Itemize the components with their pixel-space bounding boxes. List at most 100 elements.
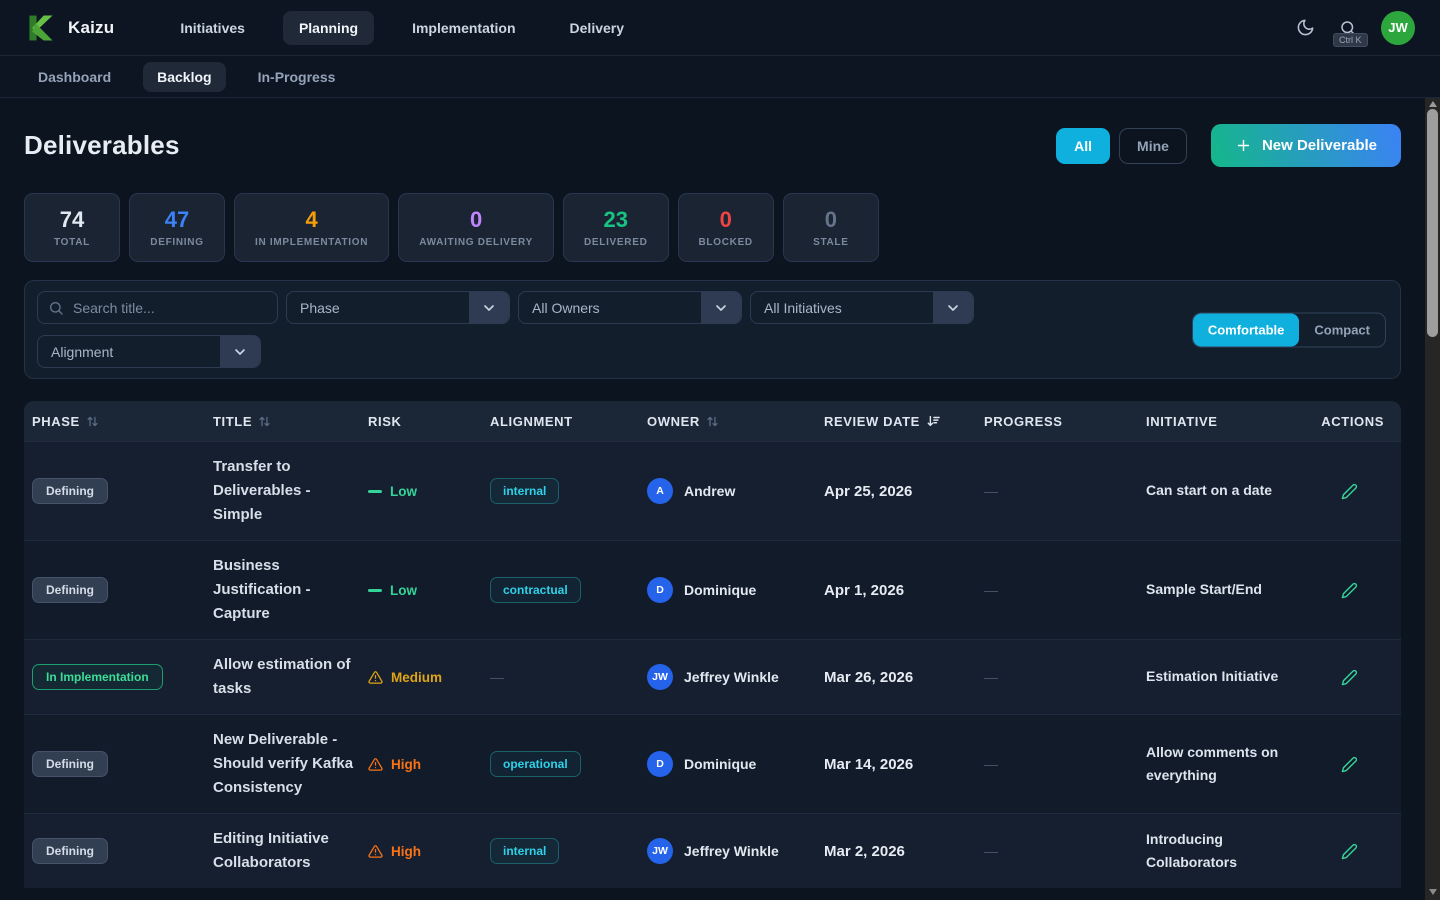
alignment-cell: internal — (490, 465, 647, 517)
chevron-down-icon (701, 292, 741, 323)
owner-avatar: D (647, 577, 673, 603)
stat-value: 4 (255, 207, 368, 233)
owner-cell: A Andrew (647, 465, 824, 517)
table-body: Defining Transfer to Deliverables - Simp… (24, 441, 1401, 888)
deliverable-title[interactable]: Business Justification - Capture (213, 541, 368, 639)
risk-cell: Low (368, 471, 490, 512)
phase-badge: Defining (32, 478, 108, 504)
deliverable-title[interactable]: Editing Initiative Collaborators (213, 814, 368, 888)
alignment-badge: internal (490, 478, 559, 504)
scope-mine-button[interactable]: Mine (1119, 128, 1187, 164)
deliverable-title[interactable]: Transfer to Deliverables - Simple (213, 442, 368, 540)
initiative-link[interactable]: Estimation Initiative (1146, 652, 1318, 702)
edit-button[interactable] (1341, 582, 1358, 599)
table-row[interactable]: Defining Editing Initiative Collaborator… (24, 813, 1401, 888)
theme-toggle-button[interactable] (1296, 18, 1315, 37)
stat-label: STALE (804, 237, 858, 248)
owner-name: Jeffrey Winkle (684, 843, 779, 859)
stats-row: 74 TOTAL 47 DEFINING 4 IN IMPLEMENTATION… (24, 193, 1401, 262)
topnav-item-implementation[interactable]: Implementation (396, 11, 531, 45)
edit-button[interactable] (1341, 756, 1358, 773)
phase-badge: Defining (32, 838, 108, 864)
table-row[interactable]: Defining New Deliverable - Should verify… (24, 714, 1401, 813)
stat-label: DELIVERED (584, 237, 648, 248)
edit-button[interactable] (1341, 843, 1358, 860)
initiative-link[interactable]: Allow comments on everything (1146, 728, 1318, 802)
sort-updown-icon (258, 415, 271, 428)
search-title-input[interactable] (73, 300, 267, 316)
density-comfortable-button[interactable]: Comfortable (1193, 313, 1300, 346)
pencil-icon (1341, 756, 1358, 773)
owner-cell: D Dominique (647, 738, 824, 790)
actions-cell (1318, 743, 1394, 786)
risk-cell: Medium (368, 657, 490, 698)
owner-avatar: JW (647, 664, 673, 690)
risk-cell: High (368, 831, 490, 872)
moon-icon (1296, 18, 1315, 37)
owner-name: Andrew (684, 483, 735, 499)
owners-filter-select[interactable]: All Owners (518, 291, 742, 324)
initiative-link[interactable]: Sample Start/End (1146, 565, 1318, 615)
table-row[interactable]: Defining Transfer to Deliverables - Simp… (24, 441, 1401, 540)
phase-filter-select[interactable]: Phase (286, 291, 510, 324)
initiative-link[interactable]: Introducing Collaborators (1146, 815, 1318, 889)
edit-button[interactable] (1341, 669, 1358, 686)
scroll-down-arrow[interactable] (1425, 886, 1440, 898)
stat-card: 0 AWAITING DELIVERY (398, 193, 554, 262)
deliverable-title[interactable]: Allow estimation of tasks (213, 640, 368, 714)
density-compact-button[interactable]: Compact (1299, 313, 1385, 346)
column-header-phase[interactable]: PHASE (32, 414, 213, 429)
initiative-link[interactable]: Can start on a date (1146, 466, 1318, 516)
edit-button[interactable] (1341, 483, 1358, 500)
table-row[interactable]: In Implementation Allow estimation of ta… (24, 639, 1401, 714)
risk-label: High (391, 757, 421, 772)
progress-value: — (984, 743, 1146, 785)
alignment-filter-select[interactable]: Alignment (37, 335, 261, 368)
phase-cell: Defining (32, 465, 213, 517)
alignment-badge: operational (490, 751, 581, 777)
subnav-item-dashboard[interactable]: Dashboard (24, 62, 125, 92)
stat-value: 0 (419, 207, 533, 233)
actions-cell (1318, 656, 1394, 699)
top-navigation: Kaizu Initiatives Planning Implementation D… (0, 0, 1440, 56)
plus-icon (1235, 137, 1252, 154)
table-row[interactable]: Defining Business Justification - Captur… (24, 540, 1401, 639)
risk-label: Low (390, 583, 417, 598)
stat-label: BLOCKED (699, 237, 753, 248)
phase-cell: Defining (32, 564, 213, 616)
phase-cell: In Implementation (32, 651, 213, 703)
topnav-item-planning[interactable]: Planning (283, 11, 374, 45)
alignment-cell: operational — (490, 738, 647, 790)
column-header-date[interactable]: REVIEW DATE (824, 414, 984, 429)
brand[interactable]: Kaizu (25, 12, 114, 44)
scrollbar-thumb[interactable] (1427, 109, 1438, 337)
review-date: Mar 2, 2026 (824, 830, 984, 873)
stat-label: AWAITING DELIVERY (419, 237, 533, 248)
deliverable-title[interactable]: New Deliverable - Should verify Kafka Co… (213, 715, 368, 813)
progress-value: — (984, 830, 1146, 872)
density-toggle: ComfortableCompact (1192, 312, 1386, 347)
topnav-item-initiatives[interactable]: Initiatives (164, 11, 261, 45)
new-deliverable-button[interactable]: New Deliverable (1211, 124, 1401, 167)
vertical-scrollbar[interactable] (1425, 98, 1440, 900)
initiatives-filter-select[interactable]: All Initiatives (750, 291, 974, 324)
phase-badge: Defining (32, 577, 108, 603)
subnav-item-in-progress[interactable]: In-Progress (244, 62, 350, 92)
search-title-field[interactable] (37, 291, 278, 324)
user-avatar[interactable]: JW (1381, 11, 1415, 45)
column-header-owner[interactable]: OWNER (647, 414, 824, 429)
chevron-down-icon (933, 292, 973, 323)
column-header-title[interactable]: TITLE (213, 414, 368, 429)
subnav-item-backlog[interactable]: Backlog (143, 62, 225, 92)
stat-value: 74 (45, 207, 99, 233)
owner-avatar: JW (647, 838, 673, 864)
page-title: Deliverables (24, 130, 180, 161)
owner-avatar: A (647, 478, 673, 504)
risk-label: High (391, 844, 421, 859)
phase-cell: Defining (32, 738, 213, 790)
scope-all-button[interactable]: All (1056, 128, 1110, 164)
review-date: Mar 26, 2026 (824, 656, 984, 699)
stat-label: DEFINING (150, 237, 204, 248)
topnav-item-delivery[interactable]: Delivery (554, 11, 640, 45)
stat-label: TOTAL (45, 237, 99, 248)
